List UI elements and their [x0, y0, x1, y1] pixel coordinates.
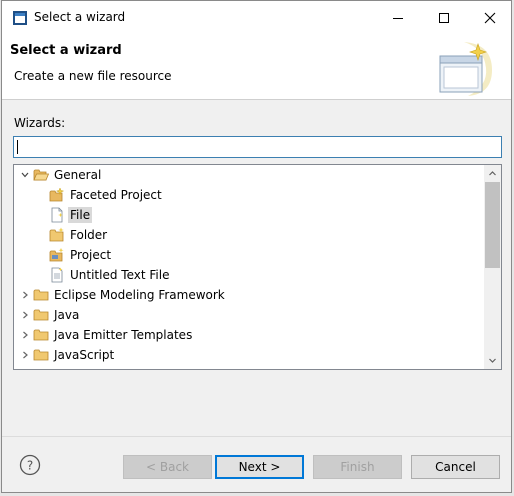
tree-item-project[interactable]: Project [14, 245, 484, 265]
tree-item-file[interactable]: File [14, 205, 484, 225]
finish-button[interactable]: Finish [313, 455, 402, 479]
chevron-down-icon [489, 358, 496, 363]
text-caret [17, 140, 18, 154]
minimize-icon [393, 18, 403, 19]
collapsed-chevron-icon[interactable] [19, 305, 31, 325]
folder-icon [49, 227, 65, 243]
minimize-button[interactable] [376, 1, 420, 35]
title-bar[interactable]: Select a wizard [2, 1, 511, 35]
window-title: Select a wizard [34, 10, 126, 24]
expanded-chevron-icon[interactable] [19, 165, 31, 185]
cancel-button[interactable]: Cancel [411, 455, 500, 479]
collapsed-chevron-icon[interactable] [19, 285, 31, 305]
tree-item-label: Faceted Project [70, 188, 162, 202]
tree-item-java-emitter-templates[interactable]: Java Emitter Templates [14, 325, 484, 345]
tree-item-general[interactable]: General [14, 165, 484, 185]
maximize-button[interactable] [422, 1, 466, 35]
back-button[interactable]: < Back [123, 455, 212, 479]
help-button[interactable]: ? [19, 454, 41, 476]
tree-item-label: Java [54, 308, 80, 322]
project-icon [49, 247, 65, 263]
tree-item-label: Project [70, 248, 112, 262]
wizards-label: Wizards: [14, 116, 66, 130]
scrollbar-thumb[interactable] [485, 182, 500, 268]
wizard-dialog: Select a wizard Select a wizard Create a… [1, 0, 512, 493]
tree-item-label: Folder [70, 228, 108, 242]
folder-icon [33, 347, 49, 363]
eclipse-window-icon [12, 10, 28, 26]
collapsed-chevron-icon[interactable] [19, 345, 31, 365]
help-icon: ? [19, 454, 41, 476]
tree-item-label: JavaScript [54, 348, 115, 362]
tree-item-eclipse-modeling-framework[interactable]: Eclipse Modeling Framework [14, 285, 484, 305]
banner-description: Create a new file resource [14, 69, 172, 83]
next-button[interactable]: Next > [215, 455, 304, 479]
chevron-up-icon [489, 171, 496, 176]
faceted-project-icon [49, 187, 65, 203]
folder-open-icon [33, 167, 50, 183]
tree-item-untitled-text-file[interactable]: Untitled Text File [14, 265, 484, 285]
tree-item-label: File [68, 207, 93, 223]
scroll-down-button[interactable] [484, 352, 501, 369]
tree-item-java[interactable]: Java [14, 305, 484, 325]
banner-title: Select a wizard [10, 43, 122, 58]
folder-icon [33, 327, 49, 343]
tree-item-javascript[interactable]: JavaScript [14, 345, 484, 365]
text-file-icon [49, 267, 65, 283]
wizard-filter-input[interactable] [13, 136, 502, 158]
tree-item-label: Java Emitter Templates [54, 328, 193, 342]
folder-icon [33, 287, 49, 303]
close-button[interactable] [468, 1, 512, 35]
wizard-banner: Select a wizard Create a new file resour… [2, 35, 511, 100]
folder-icon [33, 307, 49, 323]
scroll-up-button[interactable] [484, 165, 501, 182]
collapsed-chevron-icon[interactable] [19, 325, 31, 345]
tree-item-faceted-project[interactable]: Faceted Project [14, 185, 484, 205]
tree-item-label: General [54, 168, 102, 182]
new-wizard-banner-icon [434, 40, 496, 98]
tree-item-folder[interactable]: Folder [14, 225, 484, 245]
svg-text:?: ? [27, 459, 33, 473]
button-bar-separator [2, 436, 511, 437]
close-icon [484, 12, 496, 24]
tree-item-label: Eclipse Modeling Framework [54, 288, 225, 302]
file-icon [49, 207, 65, 223]
wizard-tree[interactable]: General Faceted Project File Folder Proj… [13, 164, 502, 370]
tree-vertical-scrollbar[interactable] [484, 165, 501, 369]
maximize-icon [439, 13, 449, 23]
tree-item-label: Untitled Text File [70, 268, 170, 282]
